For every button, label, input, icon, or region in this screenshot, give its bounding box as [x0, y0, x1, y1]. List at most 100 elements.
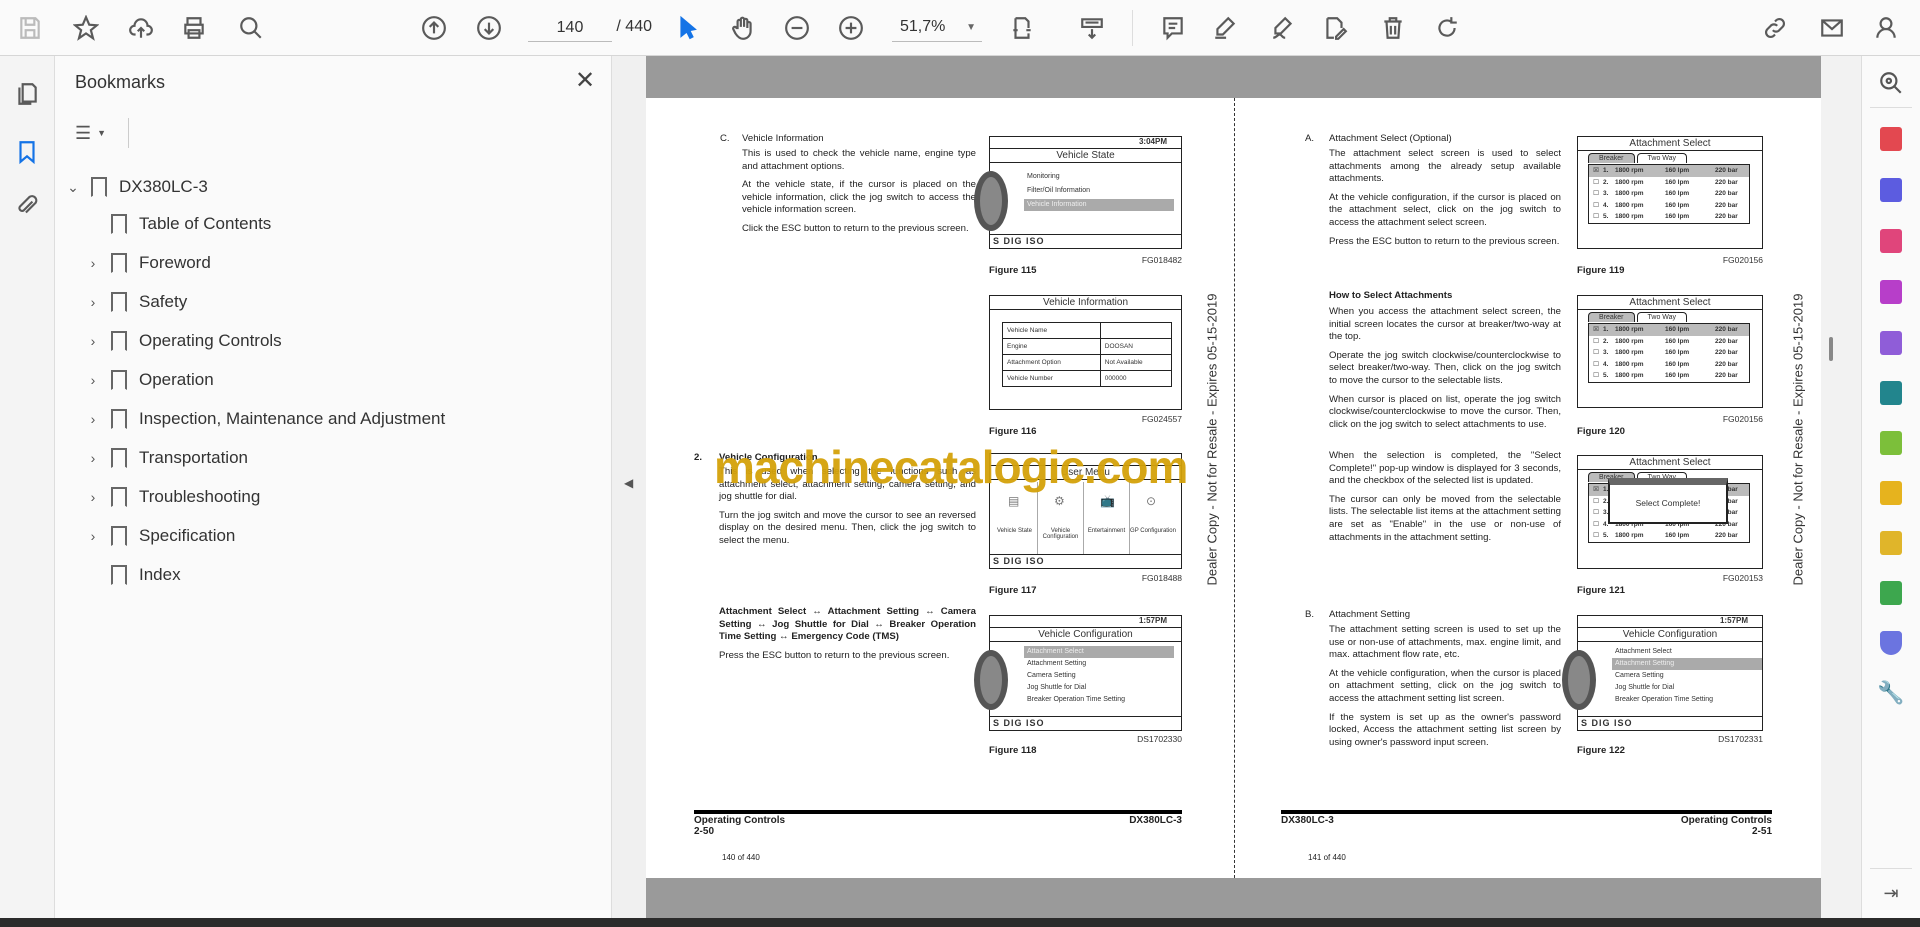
chevron-down-icon[interactable]: ⌄ [63, 179, 83, 196]
dealer-copy-stamp: Dealer Copy - Not for Resale - Expires 0… [1790, 293, 1806, 586]
bookmark-item[interactable]: › Foreword [83, 245, 211, 281]
attachment-row: ☐ 4. 1800 rpm 160 lpm 220 bar [1593, 360, 1738, 368]
figure-122-screen: 1:57PM Vehicle Configuration Attachment … [1562, 615, 1763, 731]
zoom-in-icon[interactable] [833, 10, 869, 46]
print-production-icon[interactable] [1876, 578, 1906, 608]
figure-label: Figure 115 [989, 265, 1037, 276]
section-body: The attachment select screen is used to … [1329, 148, 1561, 247]
rotate-icon[interactable] [1429, 10, 1465, 46]
chevron-right-icon[interactable]: › [83, 333, 103, 349]
export-pdf-icon[interactable] [1876, 175, 1906, 205]
compare-files-icon[interactable] [1876, 428, 1906, 458]
bookmark-options-button[interactable]: ☰ ▼ [75, 118, 125, 148]
bookmark-icon [111, 448, 127, 468]
search-zoom-icon[interactable] [233, 10, 269, 46]
close-icon[interactable]: ✕ [575, 66, 595, 95]
chevron-right-icon[interactable]: › [83, 372, 103, 388]
chevron-right-icon[interactable]: › [83, 294, 103, 310]
site-watermark: machinecatalogic.com [714, 441, 1188, 493]
bookmark-icon [91, 177, 107, 197]
bookmark-item[interactable]: Index [83, 557, 181, 593]
attachments-icon[interactable] [9, 188, 45, 224]
figure-code: FG020153 [1722, 573, 1763, 583]
bookmark-item[interactable]: › Specification [83, 518, 235, 554]
bookmark-item[interactable]: Table of Contents [83, 206, 271, 242]
previous-page-icon[interactable] [416, 10, 452, 46]
view-search-icon[interactable] [1876, 68, 1906, 98]
bookmark-item[interactable]: › Inspection, Maintenance and Adjustment [83, 401, 445, 437]
scrollbar-thumb[interactable] [1829, 337, 1833, 361]
chevron-right-icon[interactable]: › [83, 528, 103, 544]
send-comments-icon[interactable] [1876, 478, 1906, 508]
figure-code: FG018482 [1141, 255, 1182, 265]
select-cursor-icon[interactable] [670, 10, 706, 46]
send-for-review-icon[interactable] [1876, 378, 1906, 408]
collapse-left-icon[interactable]: ◀ [624, 476, 633, 490]
chevron-right-icon[interactable]: › [83, 255, 103, 271]
more-tools-icon[interactable]: 🔧 [1876, 678, 1906, 708]
panel-collapse-handle[interactable]: ◀ [612, 56, 646, 918]
chevron-right-icon[interactable]: › [83, 489, 103, 505]
bookmark-icon [111, 565, 127, 585]
bookmark-icon [111, 331, 127, 351]
comment-icon[interactable] [1155, 10, 1191, 46]
page-thumbnails-icon[interactable] [9, 76, 45, 112]
dealer-copy-stamp: Dealer Copy - Not for Resale - Expires 0… [1204, 293, 1220, 586]
toolbar: / 440 51,7% ▼ [0, 0, 1920, 56]
edit-pdf-icon[interactable] [1317, 10, 1353, 46]
cloud-upload-icon[interactable] [123, 10, 159, 46]
create-pdf-icon[interactable] [1876, 124, 1906, 154]
highlight-pen-icon[interactable] [1207, 10, 1243, 46]
email-icon[interactable] [1814, 10, 1850, 46]
bookmarks-icon[interactable] [9, 134, 45, 170]
bookmark-item[interactable]: › Operating Controls [83, 323, 282, 359]
footer-section: Operating Controls [1680, 815, 1772, 826]
bookmark-item[interactable]: › Troubleshooting [83, 479, 260, 515]
bookmark-icon [111, 292, 127, 312]
page-counter: 140 of 440 [722, 853, 760, 862]
vertical-scrollbar[interactable] [1821, 56, 1861, 918]
zoom-level-dropdown[interactable]: 51,7% ▼ [892, 14, 982, 42]
footer-section: Operating Controls [694, 815, 786, 826]
print-icon[interactable] [176, 10, 212, 46]
bookmark-item[interactable]: › Safety [83, 284, 187, 320]
bookmark-item[interactable]: › Operation [83, 362, 214, 398]
page-divider [1234, 98, 1235, 878]
next-page-icon[interactable] [471, 10, 507, 46]
bookmark-star-icon[interactable] [68, 10, 104, 46]
fit-page-icon[interactable] [1004, 10, 1040, 46]
bookmark-icon [111, 214, 127, 234]
zoom-out-icon[interactable] [779, 10, 815, 46]
bookmark-label: Transportation [139, 448, 248, 467]
navigation-strip [0, 56, 55, 918]
bookmark-icon [111, 370, 127, 390]
chevron-down-icon: ▼ [97, 128, 107, 138]
bookmark-item[interactable]: › Transportation [83, 440, 248, 476]
fill-sign-icon[interactable] [1876, 328, 1906, 358]
bookmark-label: Safety [139, 292, 188, 311]
figure-label: Figure 121 [1577, 585, 1625, 596]
organize-pages-icon[interactable] [1876, 226, 1906, 256]
footer-page-number: 2-51 [1751, 826, 1772, 837]
share-link-icon[interactable] [1757, 10, 1793, 46]
chevron-right-icon[interactable]: › [83, 411, 103, 427]
figure-code: FG024557 [1141, 414, 1182, 424]
bookmark-root[interactable]: ⌄ DX380LC-3 [63, 169, 208, 205]
trash-icon[interactable] [1375, 10, 1411, 46]
attachment-row: ☐ 5. 1800 rpm 160 lpm 220 bar [1593, 532, 1738, 539]
account-icon[interactable] [1868, 10, 1904, 46]
sign-icon[interactable] [1265, 10, 1301, 46]
protect-shield-icon[interactable] [1876, 628, 1906, 658]
figure-label: Figure 119 [1577, 265, 1625, 276]
request-signatures-icon[interactable] [1876, 277, 1906, 307]
collapse-panel-icon[interactable]: ⇥ [1876, 878, 1906, 908]
comment-tool-icon[interactable] [1876, 528, 1906, 558]
scroll-mode-icon[interactable] [1074, 10, 1110, 46]
hand-tool-icon[interactable] [725, 10, 761, 46]
figure-code: FG020156 [1722, 414, 1763, 424]
save-icon[interactable] [12, 10, 48, 46]
footer-model: DX380LC-3 [1281, 815, 1334, 826]
figure-label: Figure 122 [1577, 745, 1625, 756]
chevron-right-icon[interactable]: › [83, 450, 103, 466]
footer-model: DX380LC-3 [1129, 815, 1182, 826]
